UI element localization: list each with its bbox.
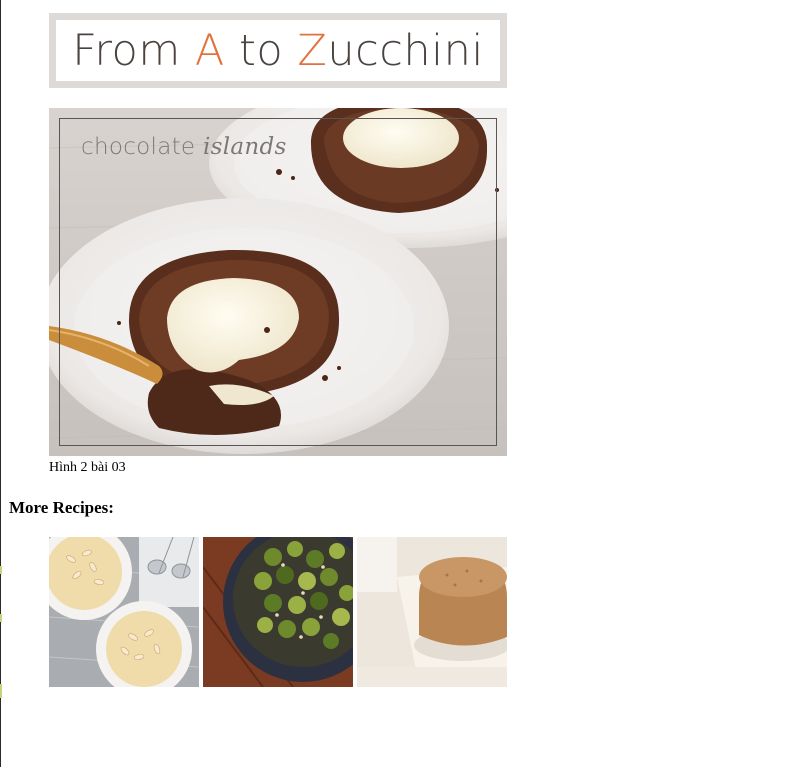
site-logo: From A to Zucchini [56, 20, 500, 81]
recipe-thumbnail-custard[interactable] [49, 537, 199, 687]
logo-letter-a: A [194, 25, 225, 76]
hero-frame [59, 118, 497, 446]
logo-letter-z: Z [297, 25, 328, 76]
logo-text-from: From [72, 25, 195, 76]
left-marker [0, 684, 2, 698]
site-logo-banner[interactable]: From A to Zucchini [49, 13, 507, 88]
custard-photo [49, 537, 199, 687]
logo-text-ucchini: ucchini [327, 25, 484, 76]
brussels-sprouts-photo [203, 537, 353, 687]
recipe-thumbnail-cake[interactable] [357, 537, 507, 687]
hero-title-plain: chocolate [81, 134, 203, 160]
cake-photo [357, 537, 507, 687]
more-recipes-gallery [49, 537, 507, 687]
logo-text-to: to [224, 25, 298, 76]
more-recipes-heading: More Recipes: [9, 498, 114, 517]
left-marker [0, 566, 2, 574]
recipe-thumbnail-brussels-sprouts[interactable] [203, 537, 353, 687]
hero-image[interactable]: chocolate islands [49, 108, 507, 456]
hero-title: chocolate islands [81, 134, 287, 160]
left-border-line [0, 0, 1, 767]
image-caption: Hình 2 bài 03 [49, 460, 126, 475]
hero-title-emphasis: islands [202, 134, 287, 160]
left-marker [0, 614, 2, 622]
